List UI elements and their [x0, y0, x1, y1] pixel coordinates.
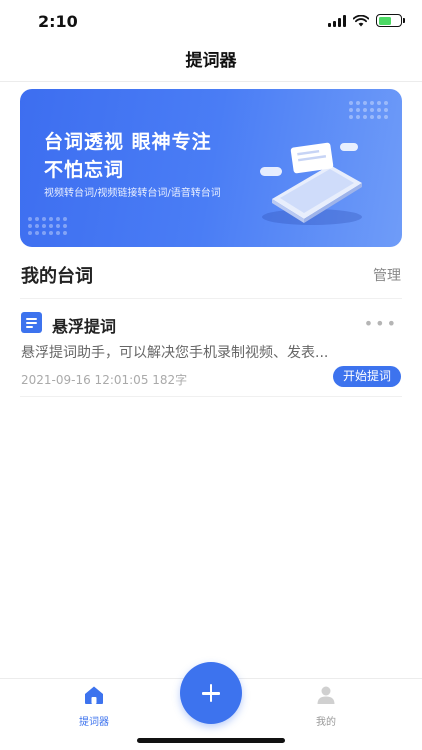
more-options-icon[interactable]: •••	[364, 314, 398, 333]
tab-me-label: 我的	[316, 717, 336, 728]
signal-icon	[328, 14, 346, 27]
section-title: 我的台词	[21, 266, 93, 287]
tab-prompter[interactable]: 提词器	[54, 685, 134, 728]
phone-illustration-icon	[260, 142, 362, 225]
banner-headline-2: 不怕忘词	[44, 159, 125, 181]
divider	[20, 298, 402, 299]
wifi-icon	[353, 14, 369, 26]
script-preview: 悬浮提词助手，可以解决您手机录制视频、发表...	[21, 345, 329, 361]
status-bar: 2:10	[0, 0, 422, 44]
home-icon	[85, 686, 103, 704]
manage-button[interactable]: 管理	[373, 265, 401, 285]
user-icon	[317, 686, 335, 704]
page-title: 提词器	[185, 51, 237, 71]
divider	[20, 396, 402, 397]
status-time: 2:10	[38, 12, 78, 31]
script-title: 悬浮提词	[52, 317, 117, 336]
start-prompter-button[interactable]: 开始提词	[332, 366, 401, 387]
banner-subtitle: 视频转台词/视频链接转台词/语音转台词	[44, 188, 221, 199]
decor-dots-icon	[28, 217, 67, 235]
battery-icon	[376, 14, 405, 27]
nav-bar: 提词器	[0, 44, 422, 82]
banner-headline: 台词透视 眼神专注	[44, 131, 212, 153]
status-icons	[328, 14, 405, 27]
script-date: 2021-09-16 12:01:05	[21, 373, 149, 387]
tab-me[interactable]: 我的	[286, 685, 366, 728]
decor-dots-icon	[349, 101, 388, 119]
script-word-count: 182字	[152, 373, 188, 387]
promo-banner[interactable]: 台词透视 眼神专注 不怕忘词 视频转台词/视频链接转台词/语音转台词	[20, 89, 402, 247]
script-meta: 2021-09-16 12:01:05 182字	[21, 371, 187, 388]
home-indicator	[137, 738, 285, 743]
tab-prompter-label: 提词器	[79, 717, 109, 728]
document-icon	[21, 312, 42, 333]
add-script-button[interactable]	[180, 662, 242, 724]
